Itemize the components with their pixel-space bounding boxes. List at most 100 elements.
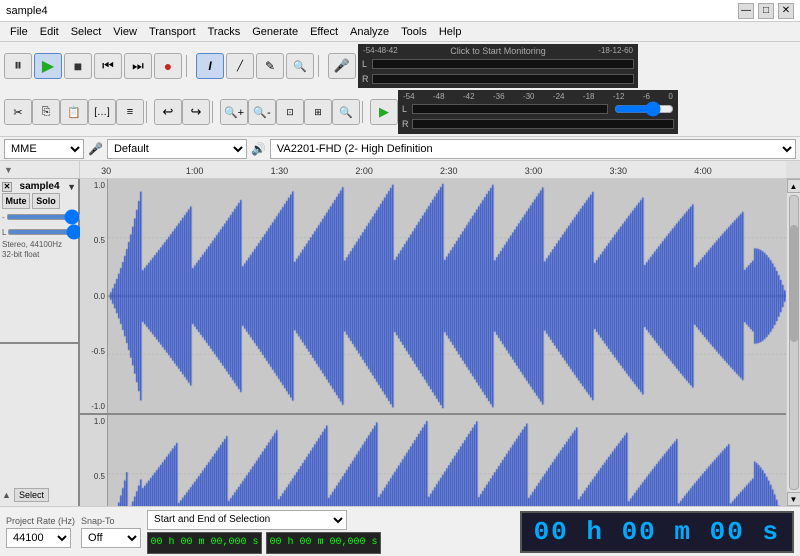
maximize-button[interactable]: □ <box>758 3 774 19</box>
menu-edit[interactable]: Edit <box>34 25 65 39</box>
toolbar-separator-5 <box>362 101 368 123</box>
ruler-corner-arrow: ▼ <box>4 165 13 175</box>
snap-to-section: Snap-To Off <box>81 516 141 548</box>
track-controls-panel: ✕ sample4 ▼ Mute Solo - + L R <box>0 179 80 506</box>
tool-trim[interactable]: […] <box>88 99 116 125</box>
close-button[interactable]: ✕ <box>778 3 794 19</box>
tool-zoom[interactable]: 🔍 <box>286 53 314 79</box>
output-meter: -54 -48 -42 -36 -30 -24 -18 -12 -6 0 L <box>398 90 678 134</box>
menu-effect[interactable]: Effect <box>304 25 344 39</box>
tool-zoom-undo[interactable]: 🔍 <box>332 99 360 125</box>
tool-silence[interactable]: ≡ <box>116 99 144 125</box>
tool-zoom-fit[interactable]: ⊞ <box>304 99 332 125</box>
menu-tools[interactable]: Tools <box>395 25 433 39</box>
tool-ibeam[interactable]: I <box>196 53 224 79</box>
output-device-select[interactable]: VA2201-FHD (2- High Definition <box>270 139 796 159</box>
ruler-mark-5: 3:00 <box>525 166 543 176</box>
tool-cut[interactable]: ✂ <box>4 99 32 125</box>
ruler-mark-4: 2:30 <box>440 166 458 176</box>
ruler-mark-0: 30 <box>101 166 111 176</box>
track2-waveform[interactable]: 1.0 0.5 0.0 -0.5 -1.0 <box>80 415 786 506</box>
output-play-button[interactable]: ▶ <box>370 99 398 125</box>
track1-mute-solo: Mute Solo <box>2 193 76 209</box>
track1-name: sample4 <box>20 181 60 192</box>
record-button[interactable]: ● <box>154 53 182 79</box>
menu-tracks[interactable]: Tracks <box>202 25 247 39</box>
meter-right-bar <box>372 74 634 84</box>
menu-help[interactable]: Help <box>433 25 468 39</box>
vscroll-track[interactable] <box>789 195 799 490</box>
menu-generate[interactable]: Generate <box>246 25 304 39</box>
track2-waveform-canvas <box>80 415 786 506</box>
click-to-start-label[interactable]: Click to Start Monitoring <box>398 46 599 56</box>
tool-draw[interactable]: ✎ <box>256 53 284 79</box>
device-toolbar: MME 🎤 Default 🔊 VA2201-FHD (2- High Defi… <box>0 137 800 161</box>
tool-zoom-out[interactable]: 🔍- <box>248 99 276 125</box>
skip-end-button[interactable]: ⏭ <box>124 53 152 79</box>
scroll-up-button[interactable]: ▲ <box>787 179 800 193</box>
time-ruler-container: ▼ 30 1:00 1:30 2:00 2:30 3:00 3:30 4:00 <box>0 161 800 179</box>
meter-row-left: L <box>362 56 634 71</box>
waveforms: 1.0 0.5 0.0 -0.5 -1.0 1.0 0.5 0.0 -0.5 <box>80 179 786 506</box>
tool-copy[interactable]: ⎘ <box>32 99 60 125</box>
mic-button[interactable]: 🎤 <box>328 53 356 79</box>
collapse-arrow[interactable]: ▲ <box>2 490 11 500</box>
snap-to-label: Snap-To <box>81 516 141 526</box>
menu-file[interactable]: File <box>4 25 34 39</box>
selection-inputs <box>147 532 514 554</box>
minimize-button[interactable]: — <box>738 3 754 19</box>
toolbar-area: ⏸ ▶ ■ ⏮ ⏭ ● I ╱ ✎ 🔍 🎤 -54 -48 -42 Click … <box>0 42 800 137</box>
bottom-toolbar: Project Rate (Hz) 44100 Snap-To Off Star… <box>0 506 800 556</box>
play-button[interactable]: ▶ <box>34 53 62 79</box>
project-rate-select[interactable]: 44100 <box>6 528 71 548</box>
pause-button[interactable]: ⏸ <box>4 53 32 79</box>
output-gain-slider[interactable] <box>614 105 674 113</box>
menu-select[interactable]: Select <box>65 25 108 39</box>
tool-paste[interactable]: 📋 <box>60 99 88 125</box>
menu-analyze[interactable]: Analyze <box>344 25 395 39</box>
track1-waveform[interactable]: 1.0 0.5 0.0 -0.5 -1.0 <box>80 179 786 415</box>
menu-transport[interactable]: Transport <box>143 25 202 39</box>
track1-gain-row: - + <box>2 210 76 224</box>
track1-waveform-canvas <box>80 179 786 413</box>
tool-redo[interactable]: ↪ <box>182 99 210 125</box>
track2-select-button[interactable]: Select <box>14 488 49 502</box>
track1-gain-minus: - <box>2 213 5 222</box>
transport-toolbar: ⏸ ▶ ■ ⏮ ⏭ ● I ╱ ✎ 🔍 🎤 -54 -48 -42 Click … <box>4 44 796 88</box>
selection-end-input[interactable] <box>266 532 381 554</box>
ruler-mark-1: 1:00 <box>186 166 204 176</box>
host-select[interactable]: MME <box>4 139 84 159</box>
skip-start-button[interactable]: ⏮ <box>94 53 122 79</box>
selection-section: Start and End of Selection <box>147 510 514 554</box>
edit-toolbar: ✂ ⎘ 📋 […] ≡ ↩ ↪ 🔍+ 🔍- ⊡ ⊞ 🔍 ▶ -54 -48 -4… <box>4 90 796 134</box>
track1-pan-row: L R <box>2 225 76 239</box>
output-meter-left-label: L <box>402 104 410 114</box>
scroll-down-button[interactable]: ▼ <box>787 492 800 506</box>
waveform-container: 1.0 0.5 0.0 -0.5 -1.0 1.0 0.5 0.0 -0.5 <box>80 179 786 506</box>
output-meter-left: L <box>402 101 674 117</box>
track1-close-button[interactable]: ✕ <box>2 182 12 192</box>
stop-button[interactable]: ■ <box>64 53 92 79</box>
tool-envelope[interactable]: ╱ <box>226 53 254 79</box>
tool-zoom-sel[interactable]: ⊡ <box>276 99 304 125</box>
output-meter-scale: -54 -48 -42 -36 -30 -24 -18 -12 -6 0 <box>402 92 674 101</box>
track1-solo-button[interactable]: Solo <box>32 193 60 209</box>
tool-zoom-in[interactable]: 🔍+ <box>220 99 248 125</box>
window-controls: — □ ✕ <box>738 3 794 19</box>
ruler-mark-7: 4:00 <box>694 166 712 176</box>
snap-to-select[interactable]: Off <box>81 528 141 548</box>
tool-undo[interactable]: ↩ <box>154 99 182 125</box>
output-meter-right-label: R <box>402 119 410 129</box>
track1-dropdown[interactable]: ▼ <box>67 182 76 192</box>
vertical-scrollbar[interactable]: ▲ ▼ <box>786 179 800 506</box>
input-device-select[interactable]: Default <box>107 139 247 159</box>
track1-mute-button[interactable]: Mute <box>2 193 30 209</box>
speaker-icon: 🔊 <box>251 142 266 156</box>
track1-name-row: ✕ sample4 ▼ <box>2 181 76 192</box>
menu-view[interactable]: View <box>107 25 143 39</box>
vscroll-thumb[interactable] <box>790 225 798 342</box>
output-meter-right-bar <box>412 119 674 129</box>
selection-start-input[interactable] <box>147 532 262 554</box>
time-display: 00 h 00 m 00 s <box>520 511 794 553</box>
track2-control: ▲ Select <box>0 344 78 507</box>
